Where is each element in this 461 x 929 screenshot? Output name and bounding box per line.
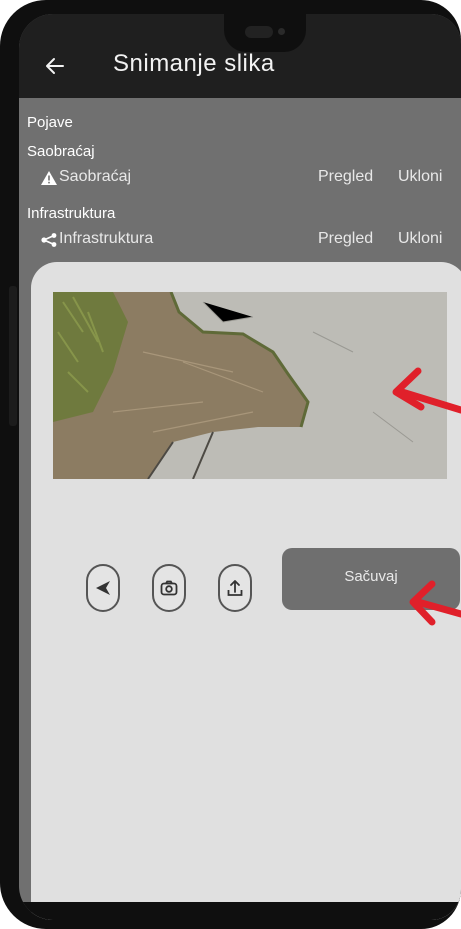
camera-icon xyxy=(160,580,178,596)
sensor-dot xyxy=(278,28,285,35)
bottom-bezel xyxy=(19,902,461,920)
send-button[interactable] xyxy=(86,564,120,612)
annotation-arrow-photo xyxy=(392,367,461,414)
send-icon xyxy=(96,581,110,595)
share-nodes-icon xyxy=(41,233,57,247)
page-title: Snimanje slika xyxy=(113,50,275,77)
remove-link[interactable]: Ukloni xyxy=(398,168,442,186)
remove-link[interactable]: Ukloni xyxy=(398,230,442,248)
phone-side-button xyxy=(9,286,17,426)
arrow-left-icon[interactable] xyxy=(43,54,67,78)
view-link[interactable]: Pregled xyxy=(318,230,373,248)
upload-button[interactable] xyxy=(218,564,252,612)
bottom-sheet: Sačuvaj xyxy=(31,262,461,920)
app-bar: Snimanje slika xyxy=(19,14,461,98)
upload-icon xyxy=(227,580,243,596)
annotation-arrow-save xyxy=(409,580,461,626)
view-link[interactable]: Pregled xyxy=(318,168,373,186)
group-title-saobracaj: Saobraćaj xyxy=(27,143,95,160)
item-label: Infrastruktura xyxy=(59,230,154,247)
list-item-infrastruktura: Infrastruktura Pregled Ukloni xyxy=(19,229,461,251)
warning-icon xyxy=(41,171,57,185)
list-item-saobracaj: Saobraćaj Pregled Ukloni xyxy=(19,167,461,189)
camera-button[interactable] xyxy=(152,564,186,612)
front-camera xyxy=(245,26,273,38)
phone-frame: Snimanje slika Pojave Saobraćaj Saobraća… xyxy=(0,0,461,929)
group-title-infrastruktura: Infrastruktura xyxy=(27,205,116,222)
list-header: Pojave xyxy=(27,114,73,131)
item-label: Saobraćaj xyxy=(59,168,132,185)
screen: Snimanje slika Pojave Saobraćaj Saobraća… xyxy=(19,14,461,920)
